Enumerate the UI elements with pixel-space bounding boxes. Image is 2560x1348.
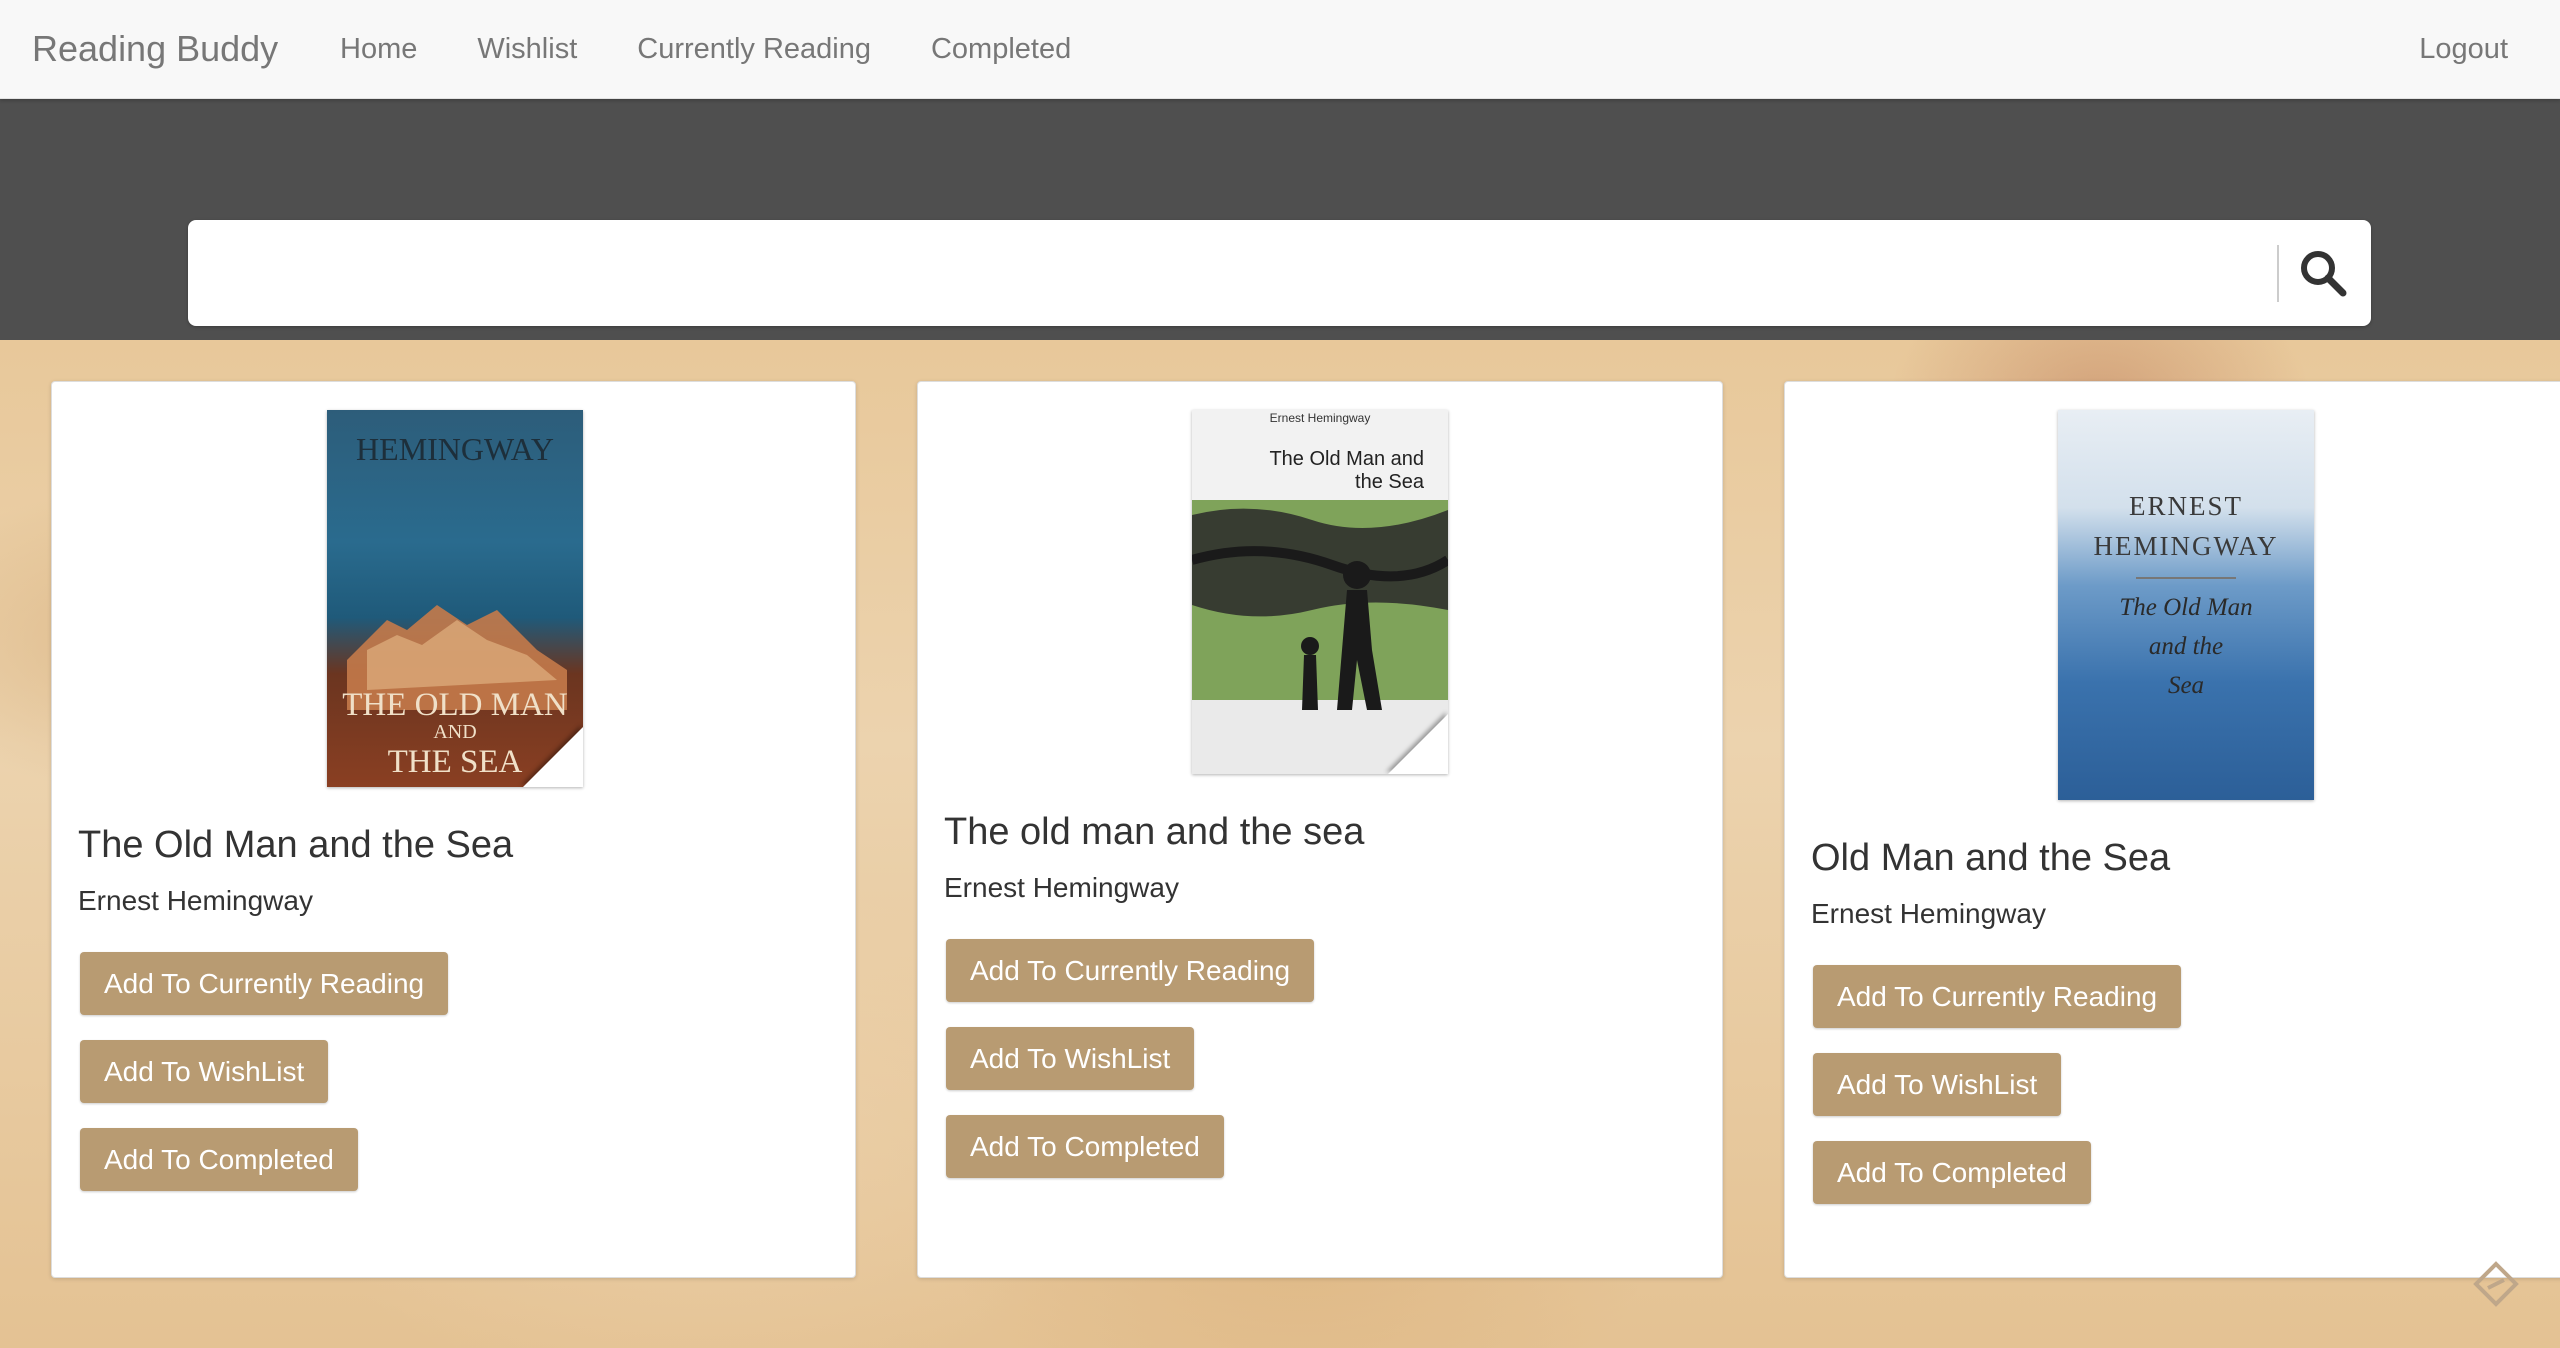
search-input[interactable] (212, 240, 2216, 308)
nav-currently-reading[interactable]: Currently Reading (637, 33, 871, 66)
cover-text: Ernest Hemingway (1270, 411, 1371, 425)
book-card: ERNEST HEMINGWAY The Old Man and the Sea… (1784, 381, 2560, 1278)
add-wishlist-button[interactable]: Add To WishList (946, 1027, 1195, 1090)
cover-text: THE OLD MAN (342, 687, 568, 723)
nav-links: Home Wishlist Currently Reading Complete… (340, 33, 1131, 66)
cover-text: HEMINGWAY (356, 431, 554, 467)
book-cover[interactable]: ERNEST HEMINGWAY The Old Man and the Sea (2058, 410, 2314, 800)
book-author: Ernest Hemingway (944, 872, 1179, 903)
book-card: HEMINGWAY THE OLD MAN AND THE SEA The Ol… (51, 381, 856, 1278)
nav-wishlist[interactable]: Wishlist (477, 33, 577, 66)
add-completed-button[interactable]: Add To Completed (1813, 1141, 2091, 1204)
navbar: Reading Buddy Home Wishlist Currently Re… (0, 0, 2560, 99)
book-title: The old man and the sea (944, 811, 1365, 853)
search-divider (2277, 245, 2279, 302)
add-completed-button[interactable]: Add To Completed (946, 1115, 1224, 1178)
add-currently-reading-button[interactable]: Add To Currently Reading (946, 939, 1315, 1002)
search-button[interactable] (2283, 240, 2363, 306)
cover-art: ERNEST HEMINGWAY The Old Man and the Sea (2094, 491, 2279, 699)
add-wishlist-button[interactable]: Add To WishList (1813, 1053, 2062, 1116)
nav-home[interactable]: Home (340, 33, 417, 66)
book-cover[interactable]: Ernest Hemingway The Old Man and the Sea (1192, 410, 1448, 774)
page-curl (523, 727, 583, 787)
book-author: Ernest Hemingway (78, 885, 313, 916)
cover-text: the Sea (1355, 471, 1425, 493)
brand-link[interactable]: Reading Buddy (32, 28, 278, 70)
add-currently-reading-button[interactable]: Add To Currently Reading (80, 952, 449, 1015)
add-completed-button[interactable]: Add To Completed (80, 1128, 358, 1191)
corner-widget-icon[interactable] (2472, 1260, 2520, 1308)
cover-text: Sea (2168, 672, 2204, 699)
cover-text: The Old Man (2119, 594, 2252, 621)
book-card: Ernest Hemingway The Old Man and the Sea… (917, 381, 1723, 1278)
logout-link[interactable]: Logout (2419, 33, 2508, 66)
book-cover[interactable]: HEMINGWAY THE OLD MAN AND THE SEA (327, 410, 583, 787)
book-title: Old Man and the Sea (1811, 837, 2171, 879)
search-icon (2301, 251, 2347, 297)
add-currently-reading-button[interactable]: Add To Currently Reading (1813, 965, 2182, 1028)
book-author: Ernest Hemingway (1811, 898, 2046, 929)
cover-text: and the (2149, 633, 2223, 660)
cover-text: HEMINGWAY (2094, 531, 2279, 561)
search-bar (188, 220, 2371, 326)
book-title: The Old Man and the Sea (78, 824, 514, 866)
search-band (0, 99, 2560, 340)
add-wishlist-button[interactable]: Add To WishList (80, 1040, 329, 1103)
page-curl (1388, 714, 1448, 774)
cover-text: The Old Man and (1269, 448, 1424, 470)
cover-text: THE SEA (388, 744, 523, 780)
cover-text: AND (433, 721, 476, 743)
cover-text: ERNEST (2129, 491, 2243, 521)
nav-completed[interactable]: Completed (931, 33, 1071, 66)
